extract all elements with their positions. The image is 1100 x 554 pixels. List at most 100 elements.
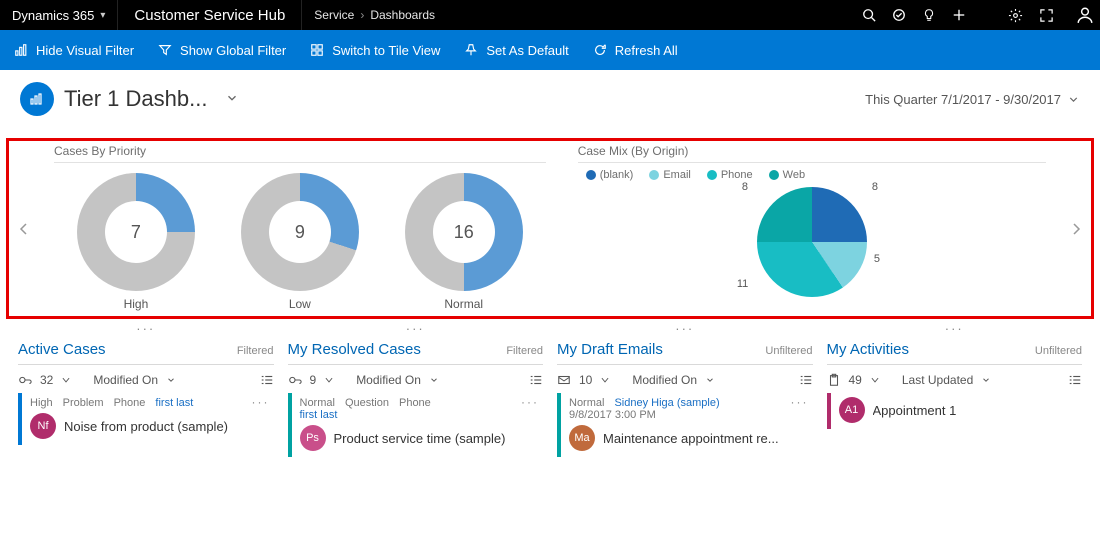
stream-title[interactable]: Active Cases [18,341,106,358]
show-global-filter-button[interactable]: Show Global Filter [158,43,286,58]
legend-item: Web [783,169,805,181]
list-view-icon[interactable] [529,373,543,387]
stream-filter-state: Unfiltered [765,345,812,357]
tag: Phone [399,397,431,409]
case-mix-panel: Case Mix (By Origin) (blank) Email Phone… [566,138,1058,319]
stream-filter-state: Filtered [506,345,543,357]
stream-count: 32 [40,373,53,387]
switch-tile-view-button[interactable]: Switch to Tile View [310,43,440,58]
activity-card[interactable]: A1 Appointment 1 [827,393,1083,429]
card-menu[interactable]: ··· [521,395,539,409]
scroll-right-button[interactable] [1058,138,1094,319]
cmd-label: Hide Visual Filter [36,43,134,58]
tag-link[interactable]: first last [300,409,338,421]
sort-label[interactable]: Modified On [93,373,158,387]
tag: Problem [63,397,104,409]
tag-link[interactable]: Sidney Higa (sample) [614,397,719,409]
chart-icon [14,43,28,57]
stream-overflow-menu[interactable]: ··· [827,327,1083,341]
page-title: Tier 1 Dashb... [64,86,207,112]
card-subject: Noise from product (sample) [64,419,228,434]
legend-item: (blank) [600,169,634,181]
pie-value: 8 [742,181,748,193]
case-card[interactable]: ··· Normal Question Phone first last Ps … [288,393,544,457]
gear-icon[interactable] [1008,8,1023,23]
pin-icon [464,43,478,57]
list-view-icon[interactable] [799,373,813,387]
stream-title[interactable]: My Activities [827,341,910,358]
donut-low[interactable]: 9 Low [241,173,359,311]
panel-title: Case Mix (By Origin) [578,144,1046,163]
chevron-down-icon[interactable] [61,375,71,385]
chevron-right-icon: › [360,8,364,22]
card-subject: Appointment 1 [873,403,957,418]
chevron-down-icon[interactable] [870,375,880,385]
stream-count: 9 [310,373,317,387]
stream-title[interactable]: My Resolved Cases [288,341,421,358]
set-default-button[interactable]: Set As Default [464,43,568,58]
chevron-down-icon[interactable] [981,375,991,385]
donut-label: Normal [444,297,483,311]
dashboard-picker[interactable] [225,91,239,108]
chevron-down-icon: ▾ [100,10,105,21]
pie-legend: (blank) Email Phone Web [578,167,1046,183]
chevron-down-icon[interactable] [429,375,439,385]
tag: Phone [114,397,146,409]
stream-resolved-cases: ··· My Resolved Cases Filtered 9 Modifie… [288,327,544,457]
chevron-down-icon[interactable] [705,375,715,385]
scroll-left-button[interactable] [6,138,42,319]
card-menu[interactable]: ··· [791,395,809,409]
chevron-down-icon [1067,93,1080,106]
donut-high[interactable]: 7 High [77,173,195,311]
app-name[interactable]: Customer Service Hub [118,0,302,30]
list-view-icon[interactable] [1068,373,1082,387]
pie-chart[interactable]: 8 8 5 11 [578,183,1046,297]
lightbulb-icon[interactable] [922,8,936,22]
card-subject: Product service time (sample) [334,431,506,446]
user-avatar[interactable] [1070,0,1100,30]
add-icon[interactable] [952,8,966,22]
page-header: Tier 1 Dashb... This Quarter 7/1/2017 - … [0,70,1100,128]
breadcrumb-dashboards[interactable]: Dashboards [370,8,435,22]
email-card[interactable]: ··· Normal Sidney Higa (sample) 9/8/2017… [557,393,813,457]
refresh-all-button[interactable]: Refresh All [593,43,678,58]
stream-overflow-menu[interactable]: ··· [18,327,274,341]
cmd-label: Show Global Filter [180,43,286,58]
tag: High [30,397,53,409]
list-view-icon[interactable] [260,373,274,387]
streams-row: ··· Active Cases Filtered 32 Modified On… [0,319,1100,457]
stream-overflow-menu[interactable]: ··· [288,327,544,341]
card-menu[interactable]: ··· [252,395,270,409]
cmd-label: Set As Default [486,43,568,58]
app-name-label: Customer Service Hub [134,7,285,24]
dashboard-tile-icon [20,82,54,116]
expand-icon[interactable] [1039,8,1054,23]
stream-filter-state: Filtered [237,345,274,357]
entity-badge: Nf [30,413,56,439]
sort-label[interactable]: Modified On [632,373,697,387]
donut-normal[interactable]: 16 Normal [405,173,523,311]
task-flow-icon[interactable] [892,8,906,22]
refresh-icon [593,43,607,57]
hide-visual-filter-button[interactable]: Hide Visual Filter [14,43,134,58]
breadcrumb-service[interactable]: Service [314,8,354,22]
sort-label[interactable]: Modified On [356,373,421,387]
stream-overflow-menu[interactable]: ··· [557,327,813,341]
entity-badge: Ma [569,425,595,451]
chevron-down-icon[interactable] [166,375,176,385]
sort-label[interactable]: Last Updated [902,373,973,387]
command-bar: Hide Visual Filter Show Global Filter Sw… [0,30,1100,70]
tag-link[interactable]: first last [155,397,193,409]
cmd-label: Switch to Tile View [332,43,440,58]
search-icon[interactable] [862,8,876,22]
date-range-picker[interactable]: This Quarter 7/1/2017 - 9/30/2017 [865,92,1080,107]
stream-count: 49 [849,373,862,387]
chevron-down-icon[interactable] [600,375,610,385]
brand-menu[interactable]: Dynamics 365 ▾ [0,0,118,30]
case-card[interactable]: ··· High Problem Phone first last Nf Noi… [18,393,274,445]
visual-filter-row: Cases By Priority 7 High 9 Low 16 [6,138,1094,319]
stream-title[interactable]: My Draft Emails [557,341,663,358]
tag: Normal [569,397,604,409]
pie-value: 11 [737,278,748,290]
chevron-down-icon[interactable] [324,375,334,385]
